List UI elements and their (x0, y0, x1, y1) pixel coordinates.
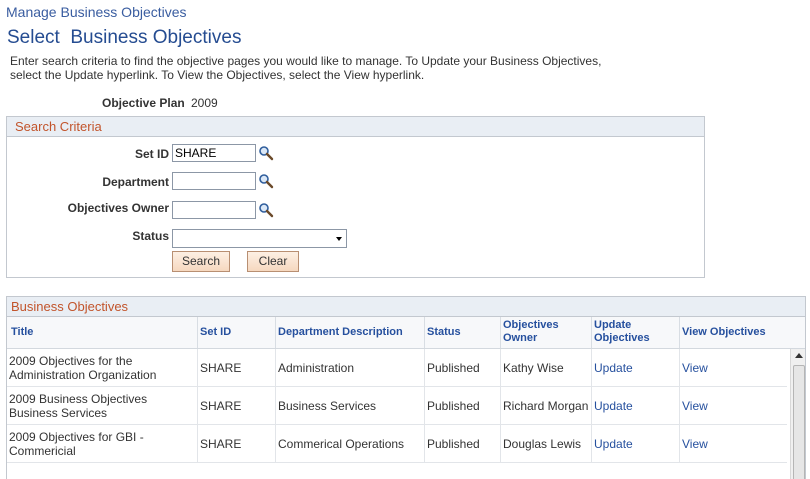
table-row: 2009 Business Objectives Business Servic… (7, 387, 787, 425)
status-label: Status (132, 229, 169, 243)
row-set-id: SHARE (197, 349, 275, 386)
column-header-update[interactable]: Update Objectives (591, 317, 679, 348)
column-header-set-id[interactable]: Set ID (197, 317, 275, 348)
objective-plan-label: Objective Plan (102, 96, 185, 110)
magnifier-lookup-icon[interactable] (258, 145, 274, 161)
view-link[interactable]: View (679, 349, 787, 386)
objective-plan-value: 2009 (191, 96, 218, 110)
row-title: 2009 Business Objectives Business Servic… (9, 391, 148, 420)
view-link[interactable]: View (679, 387, 787, 424)
row-owner: Kathy Wise (500, 349, 591, 386)
page-title: Select Business Objectives (7, 27, 242, 48)
instructions-line: select the Update hyperlink. To View the… (10, 68, 425, 82)
row-title: 2009 Objectives for GBI - Commericial (9, 429, 144, 458)
column-header-department[interactable]: Department Description (275, 317, 424, 348)
row-set-id: SHARE (197, 387, 275, 424)
grid-rows: 2009 Objectives for the Administration O… (7, 349, 787, 463)
business-objectives-header: Business Objectives (7, 297, 805, 317)
breadcrumb: Manage Business Objectives (6, 4, 187, 20)
department-input[interactable] (172, 172, 256, 190)
column-header-title[interactable]: Title (7, 317, 197, 348)
table-row: 2009 Objectives for the Administration O… (7, 349, 787, 387)
status-select[interactable] (172, 229, 347, 248)
chevron-down-icon (336, 237, 342, 241)
update-link[interactable]: Update (591, 349, 679, 386)
view-link[interactable]: View (679, 425, 787, 462)
department-label: Department (102, 175, 169, 189)
set-id-input[interactable] (172, 144, 256, 162)
status-label-wrap: Status (7, 229, 169, 245)
column-header-view[interactable]: View Objectives (679, 317, 787, 348)
scrollbar-thumb[interactable] (793, 365, 805, 479)
instructions-text: Enter search criteria to find the object… (10, 54, 650, 82)
scroll-up-arrow-icon[interactable] (795, 353, 803, 358)
magnifier-lookup-icon[interactable] (258, 173, 274, 189)
objectives-owner-label: Objectives Owner (67, 201, 169, 215)
row-status: Published (424, 349, 500, 386)
update-link[interactable]: Update (591, 425, 679, 462)
row-department: Business Services (275, 387, 424, 424)
grid-scrollbar[interactable] (790, 349, 805, 479)
search-button[interactable]: Search (172, 251, 230, 272)
column-header-owner[interactable]: Objectives Owner (500, 317, 591, 348)
set-id-label: Set ID (134, 147, 169, 161)
row-owner: Douglas Lewis (500, 425, 591, 462)
table-row: 2009 Objectives for GBI - Commericial SH… (7, 425, 787, 463)
row-owner: Richard Morgan (500, 387, 591, 424)
instructions-line: Enter search criteria to find the object… (10, 54, 602, 68)
objectives-owner-input[interactable] (172, 201, 256, 219)
owner-label-wrap: Objectives Owner (7, 201, 169, 217)
magnifier-lookup-icon[interactable] (258, 202, 274, 218)
search-criteria-header: Search Criteria (7, 117, 704, 137)
row-title: 2009 Objectives for the Administration O… (9, 353, 157, 382)
column-header-status[interactable]: Status (424, 317, 500, 348)
clear-button[interactable]: Clear (247, 251, 299, 272)
business-objectives-grid: Business Objectives Title Set ID Departm… (6, 296, 806, 479)
row-status: Published (424, 425, 500, 462)
row-set-id: SHARE (197, 425, 275, 462)
row-status: Published (424, 387, 500, 424)
grid-column-headers: Title Set ID Department Description Stat… (7, 317, 805, 349)
update-link[interactable]: Update (591, 387, 679, 424)
search-criteria-section: Search Criteria Set ID Department Object… (6, 116, 705, 278)
row-department: Administration (275, 349, 424, 386)
row-department: Commerical Operations (275, 425, 424, 462)
set-id-label-wrap: Set ID (7, 147, 169, 163)
department-label-wrap: Department (7, 175, 169, 191)
